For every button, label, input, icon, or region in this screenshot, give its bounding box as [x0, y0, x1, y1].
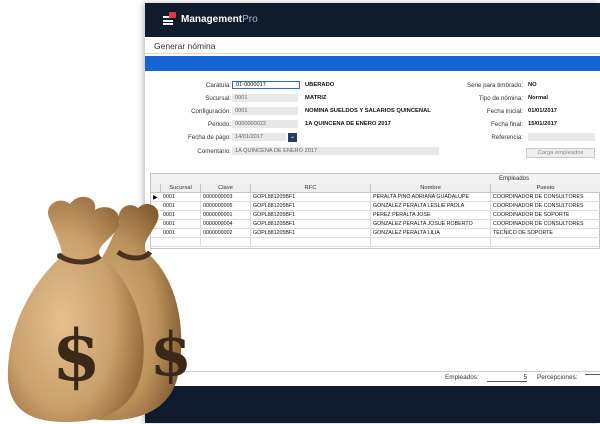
cell-empty	[491, 238, 600, 247]
sucursal-label: Sucursal:	[205, 95, 231, 102]
cell-nombre: GONZALEZ PERALTA LILIA	[371, 229, 491, 238]
serie-timbrado-value: NO	[528, 82, 537, 88]
configuracion-input[interactable]: 0001	[232, 107, 298, 115]
table-row[interactable]: ▶ 0001 0000000003 GOPL881205BF1 PERALTA …	[151, 193, 600, 202]
svg-text:$: $	[150, 320, 192, 390]
cell-rfc: GOPL881205BF1	[251, 220, 371, 229]
table-row[interactable]: 0001 0000000001 GOPL881205BF1 PEREZ PERA…	[151, 211, 600, 220]
comentario-label: Comentario:	[197, 148, 231, 155]
table-row[interactable]: 0001 0000000005 GOPL881205BF1 GONZALEZ P…	[151, 202, 600, 211]
cell-rfc: GOPL881205BF1	[251, 211, 371, 220]
empleados-count-label: Empleados:	[445, 374, 479, 381]
comentario-input[interactable]: 1A QUINCENA DE ENERO 2017	[232, 147, 439, 155]
fecha-final-value: 15/01/2017	[528, 121, 558, 127]
referencia-input[interactable]	[528, 133, 595, 141]
cell-clave: 0000000001	[201, 211, 251, 220]
bottom-bar	[145, 386, 600, 423]
calendar-dropdown-icon[interactable]: ⌄	[288, 133, 297, 142]
cell-nombre: GONZALEZ PERALTA JOSUE ROBERTO	[371, 220, 491, 229]
cell-clave: 0000000002	[201, 229, 251, 238]
serie-timbrado-label: Serie para timbrado:	[466, 82, 523, 89]
column-header-clave[interactable]: Clave	[201, 184, 251, 193]
divider	[145, 53, 600, 54]
fecha-pago-label: Fecha de pago:	[187, 134, 231, 141]
sucursal-description: MATRIZ	[305, 95, 327, 101]
caratula-input[interactable]: 01-0000017	[232, 81, 300, 89]
cell-puesto: TECNICO DE SOPORTE	[491, 229, 600, 238]
cell-nombre: PERALTA PINO ADRIANA GUADALUPE	[371, 193, 491, 202]
employees-grid: Empleados Sucursal Clave RFC Nombre Pues…	[150, 173, 600, 249]
cell-empty	[201, 238, 251, 247]
caratula-label: Carátula:	[205, 82, 231, 89]
fecha-inicial-label: Fecha inicial:	[486, 108, 523, 115]
tipo-nomina-label: Tipo de nómina:	[478, 95, 523, 102]
cell-puesto: COORDINADOR DE SOPORTE	[491, 211, 600, 220]
periodo-description: 1A QUINCENA DE ENERO 2017	[305, 121, 391, 127]
table-row[interactable]: 0001 0000000004 GOPL881205BF1 GONZALEZ P…	[151, 220, 600, 229]
table-row-empty[interactable]	[151, 238, 600, 247]
empleados-count-value: 5	[487, 374, 527, 382]
cell-clave: 0000000005	[201, 202, 251, 211]
cell-puesto: COORDINADOR DE CONSULTORES	[491, 193, 600, 202]
cell-puesto: COORDINADOR DE CONSULTORES	[491, 220, 600, 229]
cell-puesto: COORDINADOR DE CONSULTORES	[491, 202, 600, 211]
tipo-nomina-value: Normal	[528, 95, 548, 101]
svg-text:$: $	[52, 314, 101, 397]
page-title: Generar nómina	[154, 41, 216, 51]
periodo-input[interactable]: 0000000022	[232, 120, 298, 128]
percepciones-label: Percepciones:	[537, 374, 578, 381]
column-header-puesto[interactable]: Puesto	[491, 184, 600, 193]
cell-rfc: GOPL881205BF1	[251, 229, 371, 238]
cell-clave: 0000000003	[201, 193, 251, 202]
caratula-description: UBERADO	[305, 82, 335, 88]
fecha-final-label: Fecha final:	[491, 121, 523, 128]
fecha-inicial-value: 01/01/2017	[528, 108, 558, 114]
app-brand: ManagementPro	[181, 14, 258, 25]
configuracion-label: Configuración:	[191, 108, 231, 115]
cell-empty	[251, 238, 371, 247]
cell-empty	[371, 238, 491, 247]
cell-rfc: GOPL881205BF1	[251, 202, 371, 211]
sucursal-input[interactable]: 0001	[232, 94, 298, 102]
cell-clave: 0000000004	[201, 220, 251, 229]
table-row[interactable]: 0001 0000000002 GOPL881205BF1 GONZALEZ P…	[151, 229, 600, 238]
column-header-nombre[interactable]: Nombre	[371, 184, 491, 193]
percepciones-value	[585, 374, 600, 375]
title-bar: ManagementPro	[145, 3, 600, 37]
footer-divider	[145, 371, 600, 372]
cell-nombre: GONZALEZ PERALTA LESLIE PAOLA	[371, 202, 491, 211]
cell-nombre: PEREZ PERALTA JOSE	[371, 211, 491, 220]
carga-empleados-button[interactable]: Carga empleados	[526, 148, 595, 158]
periodo-label: Periodo:	[207, 121, 231, 128]
configuracion-description: NOMINA SUELDOS Y SALARIOS QUINCENAL	[305, 108, 431, 114]
money-bag-icon: $ $	[7, 196, 192, 422]
toolbar-band	[145, 56, 600, 71]
cell-rfc: GOPL881205BF1	[251, 193, 371, 202]
referencia-label: Referencia:	[491, 134, 523, 141]
app-window: ManagementPro Generar nómina Carátula: 0…	[145, 3, 600, 423]
column-header-rfc[interactable]: RFC	[251, 184, 371, 193]
fecha-pago-input[interactable]: 14/01/2017	[232, 133, 286, 141]
notification-badge	[169, 12, 176, 18]
